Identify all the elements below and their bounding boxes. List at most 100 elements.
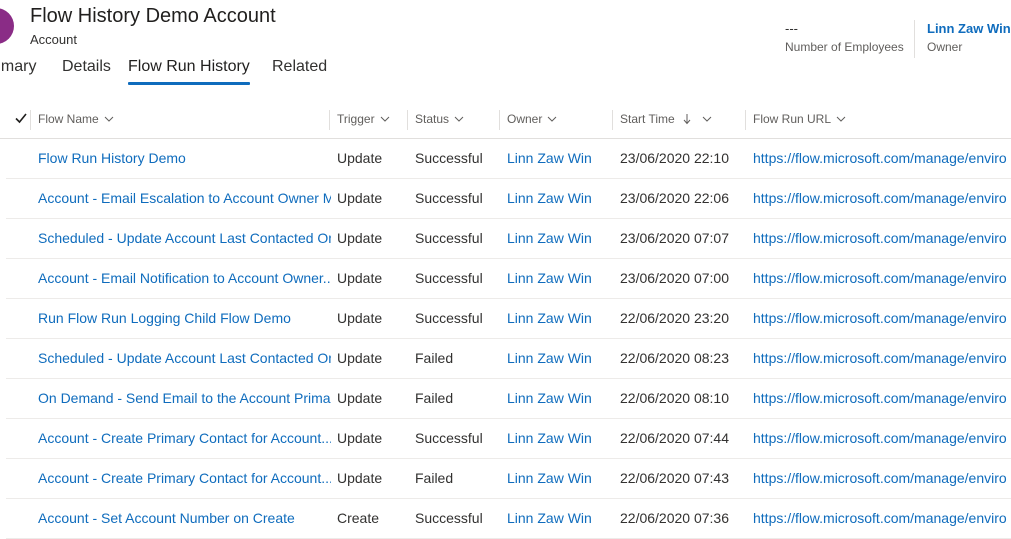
table-row[interactable]: Account - Create Primary Contact for Acc… [6, 459, 1011, 499]
tab-summary[interactable]: Summary [0, 58, 36, 76]
flow-name-link[interactable]: Run Flow Run Logging Child Flow Demo [38, 299, 331, 338]
tab-flow-run-history[interactable]: Flow Run History [128, 58, 250, 85]
flow-name-link[interactable]: Account - Create Primary Contact for Acc… [38, 419, 331, 458]
owner-link[interactable]: Linn Zaw Win [927, 21, 1011, 37]
owner-link[interactable]: Linn Zaw Win [507, 459, 613, 498]
chevron-down-icon [104, 116, 114, 122]
page-title: Flow History Demo Account [30, 5, 276, 27]
owner-link[interactable]: Linn Zaw Win [507, 139, 613, 178]
select-all-checkmark-icon[interactable] [14, 111, 28, 125]
owner-link[interactable]: Linn Zaw Win [507, 379, 613, 418]
chevron-down-icon [836, 116, 846, 122]
column-header-label: Flow Run URL [753, 112, 832, 126]
flow-run-url-link[interactable]: https://flow.microsoft.com/manage/enviro [753, 179, 1011, 218]
status-cell: Successful [415, 270, 483, 286]
flow-run-url-link[interactable]: https://flow.microsoft.com/manage/enviro [753, 379, 1011, 418]
flow-run-url-link[interactable]: https://flow.microsoft.com/manage/enviro [753, 219, 1011, 258]
grid-header: Flow Name Trigger Status Owner Start Tim… [0, 100, 1011, 139]
flow-name-link[interactable]: Account - Email Escalation to Account Ow… [38, 179, 331, 218]
flow-run-url-link[interactable]: https://flow.microsoft.com/manage/enviro [753, 459, 1011, 498]
column-header-start-time[interactable]: Start Time [620, 100, 712, 138]
column-separator [30, 110, 31, 130]
column-header-label: Trigger [337, 112, 375, 126]
status-cell: Successful [415, 230, 483, 246]
start-time-cell: 23/06/2020 22:06 [620, 190, 729, 206]
start-time-cell: 22/06/2020 07:36 [620, 510, 729, 526]
table-row[interactable]: Scheduled - Update Account Last Contacte… [6, 339, 1011, 379]
owner-link[interactable]: Linn Zaw Win [507, 299, 613, 338]
trigger-cell: Create [337, 510, 380, 526]
column-header-trigger[interactable]: Trigger [337, 100, 390, 138]
flow-name-link[interactable]: Account - Set Account Number on Create [38, 499, 331, 538]
table-row[interactable]: Account - Set Account Number on Create C… [6, 499, 1011, 539]
column-header-owner[interactable]: Owner [507, 100, 557, 138]
column-header-flow-name[interactable]: Flow Name [38, 100, 114, 138]
status-cell: Successful [415, 510, 483, 526]
flow-run-url-link[interactable]: https://flow.microsoft.com/manage/enviro [753, 299, 1011, 338]
start-time-cell: 22/06/2020 08:10 [620, 390, 729, 406]
status-cell: Successful [415, 150, 483, 166]
chevron-down-icon [547, 116, 557, 122]
chevron-down-icon [702, 116, 712, 122]
owner-link[interactable]: Linn Zaw Win [507, 419, 613, 458]
start-time-cell: 23/06/2020 07:00 [620, 270, 729, 286]
header-field-owner: Linn Zaw Win Owner [927, 21, 1011, 54]
owner-link[interactable]: Linn Zaw Win [507, 499, 613, 538]
trigger-cell: Update [337, 150, 383, 166]
employees-value: --- [785, 21, 798, 36]
status-cell: Successful [415, 430, 483, 446]
table-row[interactable]: Run Flow Run Logging Child Flow Demo Upd… [6, 299, 1011, 339]
trigger-cell: Update [337, 230, 383, 246]
flow-run-url-link[interactable]: https://flow.microsoft.com/manage/enviro [753, 499, 1011, 538]
start-time-cell: 22/06/2020 07:44 [620, 430, 729, 446]
table-row[interactable]: Scheduled - Update Account Last Contacte… [6, 219, 1011, 259]
trigger-cell: Update [337, 310, 383, 326]
flow-name-link[interactable]: On Demand - Send Email to the Account Pr… [38, 379, 331, 418]
flow-name-link[interactable]: Flow Run History Demo [38, 139, 331, 178]
chevron-down-icon [454, 116, 464, 122]
flow-name-link[interactable]: Scheduled - Update Account Last Contacte… [38, 219, 331, 258]
column-separator [407, 110, 408, 130]
flow-name-link[interactable]: Account - Create Primary Contact for Acc… [38, 459, 331, 498]
column-header-status[interactable]: Status [415, 100, 464, 138]
table-row[interactable]: Flow Run History Demo Update Successful … [6, 139, 1011, 179]
start-time-cell: 23/06/2020 22:10 [620, 150, 729, 166]
trigger-cell: Update [337, 270, 383, 286]
trigger-cell: Update [337, 350, 383, 366]
owner-link[interactable]: Linn Zaw Win [507, 219, 613, 258]
account-avatar [0, 8, 14, 44]
owner-link[interactable]: Linn Zaw Win [507, 259, 613, 298]
chevron-down-icon [380, 116, 389, 122]
status-cell: Successful [415, 310, 483, 326]
column-separator [499, 110, 500, 130]
trigger-cell: Update [337, 430, 383, 446]
trigger-cell: Update [337, 190, 383, 206]
flow-name-link[interactable]: Account - Email Notification to Account … [38, 259, 331, 298]
column-header-flow-run-url[interactable]: Flow Run URL [753, 100, 846, 138]
flow-run-url-link[interactable]: https://flow.microsoft.com/manage/enviro [753, 419, 1011, 458]
trigger-cell: Update [337, 470, 383, 486]
table-row[interactable]: Account - Email Escalation to Account Ow… [6, 179, 1011, 219]
start-time-cell: 22/06/2020 08:23 [620, 350, 729, 366]
table-row[interactable]: Account - Email Notification to Account … [6, 259, 1011, 299]
tab-related[interactable]: Related [272, 58, 327, 76]
column-header-label: Status [415, 112, 450, 126]
column-header-label: Start Time [620, 112, 675, 126]
column-header-label: Owner [507, 112, 543, 126]
tab-details[interactable]: Details [62, 58, 111, 76]
table-row[interactable]: Account - Create Primary Contact for Acc… [6, 419, 1011, 459]
flow-run-url-link[interactable]: https://flow.microsoft.com/manage/enviro [753, 259, 1011, 298]
table-row[interactable]: On Demand - Send Email to the Account Pr… [6, 379, 1011, 419]
flow-name-link[interactable]: Scheduled - Update Account Last Contacte… [38, 339, 331, 378]
owner-link[interactable]: Linn Zaw Win [507, 179, 613, 218]
owner-label: Owner [927, 40, 963, 54]
sort-descending-icon [683, 114, 691, 125]
flow-run-url-link[interactable]: https://flow.microsoft.com/manage/enviro [753, 339, 1011, 378]
owner-link[interactable]: Linn Zaw Win [507, 339, 613, 378]
flow-run-url-link[interactable]: https://flow.microsoft.com/manage/enviro [753, 139, 1011, 178]
start-time-cell: 22/06/2020 07:43 [620, 470, 729, 486]
start-time-cell: 23/06/2020 07:07 [620, 230, 729, 246]
status-cell: Failed [415, 390, 454, 406]
column-separator [612, 110, 613, 130]
column-separator [329, 110, 330, 130]
